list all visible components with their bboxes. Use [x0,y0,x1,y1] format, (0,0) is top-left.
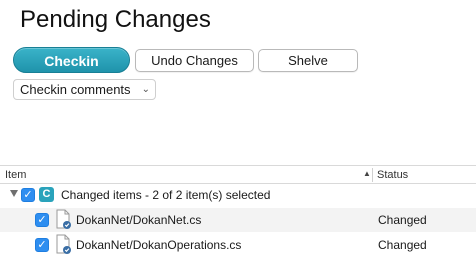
group-label: Changed items - 2 of 2 item(s) selected [61,188,271,202]
column-divider[interactable] [372,168,373,182]
checkin-comments-dropdown-label: Checkin comments [20,82,131,97]
checkin-button[interactable]: Checkin [13,47,130,73]
changed-badge-icon: C [39,187,54,202]
chevron-down-icon: ⌄ [141,84,150,95]
undo-changes-button[interactable]: Undo Changes [135,49,254,72]
checkin-comments-dropdown[interactable]: Checkin comments ⌄ [13,79,156,100]
sort-up-icon[interactable]: ▲ [363,169,371,178]
file-name: DokanNet/DokanOperations.cs [76,238,242,252]
file-status: Changed [378,238,427,252]
shelve-button[interactable]: Shelve [258,49,358,72]
column-header-status[interactable]: Status [377,169,408,181]
file-status: Changed [378,213,427,227]
table-row[interactable]: ✓ DokanNet/DokanOperations.cs Changed [0,233,476,257]
disclosure-triangle-icon[interactable] [10,190,18,197]
file-name: DokanNet/DokanNet.cs [76,213,202,227]
column-header-item[interactable]: Item [5,169,26,181]
table-row[interactable]: ✓ DokanNet/DokanNet.cs Changed [0,208,476,232]
page-title: Pending Changes [20,6,211,33]
file-icon [55,234,73,255]
file-icon [55,209,73,230]
row-checkbox[interactable]: ✓ [35,213,49,227]
group-checkbox[interactable]: ✓ [21,188,35,202]
table-header: Item ▲ Status [0,165,476,184]
group-row-changed-items[interactable]: ✓ C Changed items - 2 of 2 item(s) selec… [0,184,476,208]
row-checkbox[interactable]: ✓ [35,238,49,252]
